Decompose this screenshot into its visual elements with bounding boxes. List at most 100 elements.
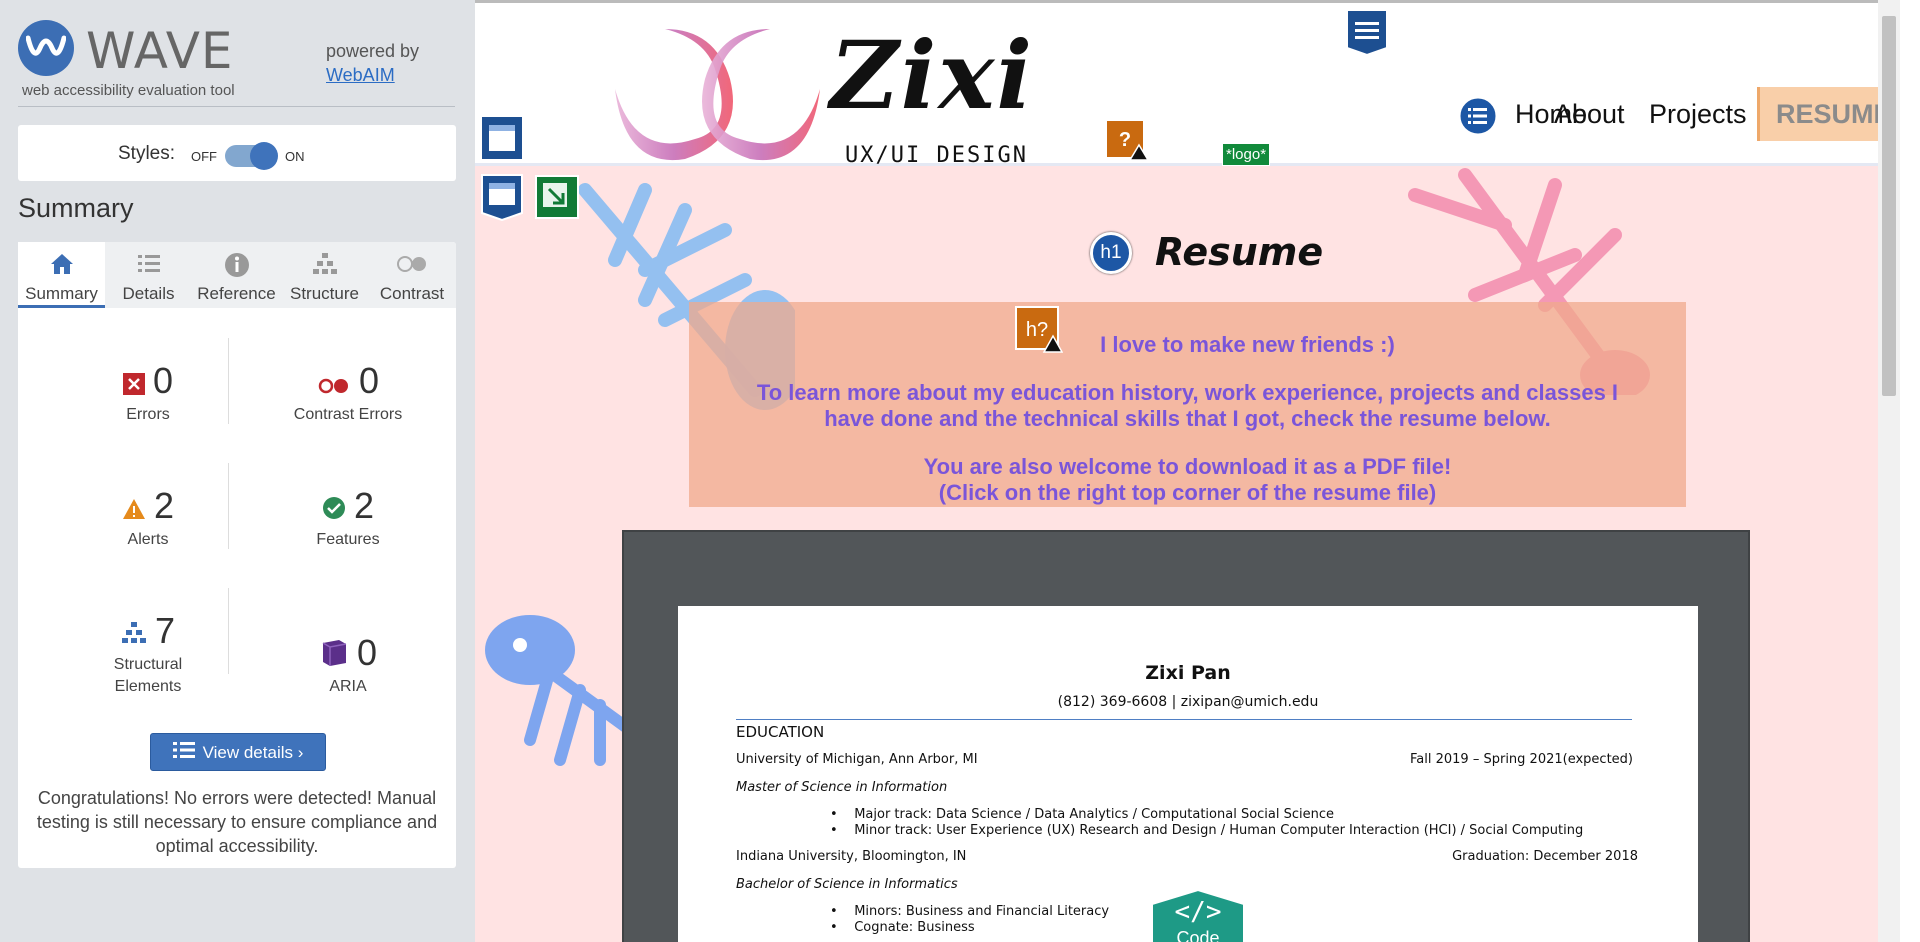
svg-text:?: ?	[1119, 129, 1131, 151]
intro-line-1: I love to make new friends :)	[1100, 332, 1395, 357]
list-icon	[172, 735, 195, 773]
resume-degree-2: Bachelor of Science in Informatics	[736, 877, 958, 892]
styles-on-label: ON	[285, 149, 305, 164]
resume-school-2-date: Graduation: December 2018	[1452, 849, 1638, 864]
divider	[18, 106, 455, 107]
tab-contrast[interactable]: Contrast	[368, 242, 456, 308]
webaim-link[interactable]: WebAIM	[326, 63, 419, 87]
structural-label: Structural Elements	[113, 656, 183, 696]
resume-name: Zixi Pan	[1145, 662, 1231, 684]
resume-bullet-1-text: Major track: Data Science / Data Analyti…	[854, 807, 1335, 822]
errors-count: 0	[152, 360, 174, 401]
contrast-icon	[368, 252, 456, 278]
suspicious-alt-alert-icon[interactable]: ?	[1105, 119, 1150, 166]
alerts-count: 2	[153, 485, 175, 526]
intro-line-5: (Click on the right top corner of the re…	[938, 480, 1437, 505]
toggle-knob	[250, 142, 278, 170]
stat-structural[interactable]: 7 Structural Elements	[48, 610, 248, 698]
intro-line-4: You are also welcome to download it as a…	[923, 454, 1452, 479]
logo-alt-text-badge[interactable]: *logo*	[1222, 143, 1271, 166]
evaluated-page: Zixi UX/UI DESIGN Home About Projects RE…	[475, 0, 1900, 942]
list-icon	[105, 252, 192, 278]
powered-by: powered by WebAIM	[326, 39, 419, 87]
h1-badge[interactable]: h1	[1090, 232, 1132, 274]
aria-count: 0	[356, 632, 378, 673]
stat-errors[interactable]: 0 Errors	[48, 360, 248, 426]
nav-projects[interactable]: Projects	[1649, 87, 1747, 141]
wave-subtitle: web accessibility evaluation tool	[22, 82, 235, 99]
tab-summary-label: Summary	[25, 284, 98, 303]
stat-contrast-errors[interactable]: 0 Contrast Errors	[248, 360, 448, 426]
tab-contrast-label: Contrast	[379, 284, 445, 303]
resume-bullet-2: • Minor track: User Experience (UX) Rese…	[830, 823, 1584, 838]
nav-about-label: About	[1554, 99, 1625, 129]
resume-degree-1: Master of Science in Information	[736, 780, 948, 795]
features-count: 2	[353, 485, 375, 526]
tab-structure[interactable]: Structure	[281, 242, 368, 308]
wave-logo-icon	[18, 20, 74, 76]
view-details-button[interactable]: View details ›	[150, 733, 326, 771]
wave-title: WAVE	[86, 22, 234, 80]
tab-reference-label: Reference	[197, 284, 276, 303]
site-logo-icon[interactable]	[605, 19, 830, 169]
resume-bullet-4: • Cognate: Business	[830, 920, 975, 935]
aria-cube-icon	[319, 634, 349, 676]
nav-landmark-icon[interactable]	[1345, 8, 1389, 61]
summary-panel: Summary Details Reference Structure Cont…	[18, 242, 456, 868]
view-details-label: View details ›	[202, 743, 304, 762]
resume-section-education: EDUCATION	[736, 723, 825, 741]
intro-line-3: have done and the technical skills that …	[824, 406, 1551, 431]
home-icon	[18, 252, 105, 278]
page-scrollbar[interactable]	[1878, 0, 1900, 942]
resume-bullet-3-text: Minors: Business and Financial Literacy	[854, 904, 1110, 919]
code-badge-label: Code	[1176, 928, 1220, 942]
error-icon	[122, 362, 145, 404]
contrast-errors-count: 0	[358, 360, 380, 401]
pdf-viewer-iframe[interactable]: Zixi Pan (812) 369-6608 | zixipan@umich.…	[622, 530, 1750, 942]
stat-aria[interactable]: 0 ARIA	[248, 632, 448, 698]
resume-school-1-date: Fall 2019 – Spring 2021(expected)	[1410, 752, 1633, 767]
resume-contact: (812) 369-6608 | zixipan@umich.edu	[1057, 694, 1319, 710]
tab-details-label: Details	[122, 284, 175, 303]
congrats-message: Congratulations! No errors were detected…	[36, 788, 438, 856]
intro-line-2: To learn more about my education history…	[756, 380, 1619, 405]
site-header: Zixi UX/UI DESIGN Home About Projects RE…	[475, 3, 1900, 169]
resume-bullet-2-text: Minor track: User Experience (UX) Resear…	[854, 823, 1584, 838]
wave-sidebar: WAVE web accessibility evaluation tool p…	[0, 0, 475, 942]
main-landmark-icon[interactable]	[480, 173, 524, 226]
contrast-errors-label: Contrast Errors	[293, 406, 403, 424]
hierarchy-icon	[281, 252, 368, 278]
contrast-error-icon	[317, 362, 351, 404]
tab-summary[interactable]: Summary	[18, 242, 105, 308]
structure-icon	[121, 612, 147, 654]
aria-label: ARIA	[329, 678, 367, 696]
brand-wordmark: Zixi	[830, 21, 1035, 131]
features-label: Features	[316, 531, 380, 549]
resume-page: Zixi Pan (812) 369-6608 | zixipan@umich.…	[678, 606, 1698, 942]
tab-structure-label: Structure	[290, 284, 359, 303]
tab-details[interactable]: Details	[105, 242, 192, 308]
nav-structure-badge[interactable]	[1457, 87, 1499, 141]
intro-box: h? I love to make new friends :) To lear…	[689, 302, 1686, 507]
tab-reference[interactable]: Reference	[192, 242, 281, 308]
stat-features[interactable]: 2 Features	[248, 485, 448, 551]
scrollbar-thumb[interactable]	[1882, 16, 1896, 396]
powered-by-label: powered by	[326, 41, 420, 61]
styles-label: Styles:	[118, 143, 176, 164]
structural-count: 7	[154, 610, 176, 651]
alerts-label: Alerts	[127, 531, 169, 549]
brand-subtitle: UX/UI DESIGN	[845, 143, 1028, 168]
stat-alerts[interactable]: 2 Alerts	[48, 485, 248, 551]
code-badge-icon[interactable]: </> Code	[1142, 888, 1254, 942]
resume-rule	[736, 719, 1632, 720]
styles-toggle-box: Styles: OFF ON	[18, 125, 456, 181]
alert-icon	[122, 487, 146, 529]
fishbone-decoration-icon	[485, 615, 636, 766]
nav-about[interactable]: About	[1554, 87, 1625, 141]
iframe-feature-icon[interactable]	[535, 175, 579, 224]
list-badge-icon	[1457, 95, 1499, 137]
header-landmark-icon[interactable]	[480, 115, 524, 166]
tab-bar: Summary Details Reference Structure Cont…	[18, 242, 456, 308]
resume-bullet-4-text: Cognate: Business	[854, 920, 975, 935]
styles-toggle[interactable]	[225, 142, 278, 170]
